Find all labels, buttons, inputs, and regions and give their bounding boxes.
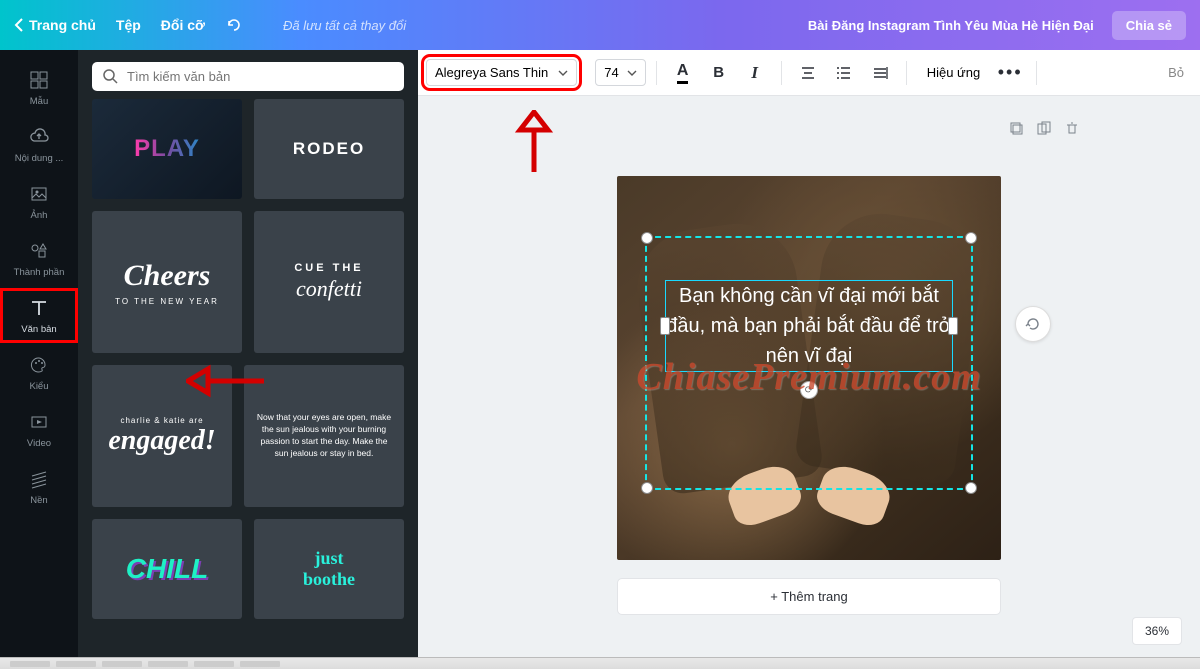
chevron-down-icon	[627, 70, 637, 76]
shapes-icon	[27, 239, 51, 263]
rail-uploads[interactable]: Nội dung ...	[0, 117, 78, 172]
canvas-area: Alegreya Sans Thin 74 A B I Hiệu ứng •••	[418, 50, 1200, 657]
template-sunpara[interactable]: Now that your eyes are open, make the su…	[244, 365, 404, 507]
font-dropdown[interactable]: Alegreya Sans Thin	[426, 59, 577, 86]
template-cheers[interactable]: Cheers TO THE NEW YEAR	[92, 211, 242, 353]
resize-handle-br[interactable]	[965, 482, 977, 494]
spacing-button[interactable]	[864, 57, 896, 89]
cloud-upload-icon	[27, 125, 51, 149]
text-handle-right[interactable]	[948, 317, 958, 335]
zoom-level[interactable]: 36%	[1132, 617, 1182, 645]
font-size-dropdown[interactable]: 74	[595, 59, 645, 86]
windows-taskbar	[0, 657, 1200, 669]
text-handle-left[interactable]	[660, 317, 670, 335]
template-rodeo[interactable]: RODEO	[254, 99, 404, 199]
share-button[interactable]: Chia sẻ	[1112, 11, 1186, 40]
text-icon	[27, 296, 51, 320]
rail-background[interactable]: Nền	[0, 459, 78, 514]
refresh-button[interactable]	[1015, 306, 1051, 342]
side-panel: PLAY RODEO Cheers TO THE NEW YEAR CUE TH…	[78, 50, 418, 657]
save-status: Đã lưu tất cả thay đổi	[283, 18, 406, 33]
resize-button[interactable]: Đổi cỡ	[161, 17, 205, 33]
document-title[interactable]: Bài Đăng Instagram Tình Yêu Mùa Hè Hiện …	[808, 18, 1094, 33]
home-label: Trang chủ	[29, 17, 96, 33]
rail-templates[interactable]: Mẫu	[0, 60, 78, 115]
left-nav-rail: Mẫu Nội dung ... Ảnh Thành phần Văn bản …	[0, 50, 78, 657]
text-color-button[interactable]: A	[667, 57, 699, 89]
remove-button[interactable]: Bỏ	[1160, 60, 1192, 85]
rail-photos[interactable]: Ảnh	[0, 174, 78, 229]
rail-text[interactable]: Văn bản	[0, 288, 78, 343]
italic-button[interactable]: I	[739, 57, 771, 89]
rail-video[interactable]: Video	[0, 402, 78, 457]
resize-handle-tr[interactable]	[965, 232, 977, 244]
template-chill[interactable]: CHILL	[92, 519, 242, 619]
more-button[interactable]: •••	[994, 57, 1026, 89]
delete-page-icon[interactable]	[1064, 120, 1080, 136]
undo-button[interactable]	[225, 16, 243, 34]
rail-styles[interactable]: Kiểu	[0, 345, 78, 400]
grid-icon	[27, 68, 51, 92]
effects-button[interactable]: Hiệu ứng	[917, 60, 991, 85]
design-canvas[interactable]: Bạn không cần vĩ đại mới bắt đầu, mà bạn…	[617, 176, 1001, 560]
taskbar-item[interactable]	[10, 661, 50, 667]
video-icon	[27, 410, 51, 434]
template-just[interactable]: just boothe	[254, 519, 404, 619]
resize-handle-bl[interactable]	[641, 482, 653, 494]
search-input[interactable]	[127, 69, 394, 84]
image-icon	[27, 182, 51, 206]
chevron-down-icon	[558, 70, 568, 76]
taskbar-item[interactable]	[102, 661, 142, 667]
back-home-button[interactable]: Trang chủ	[14, 17, 96, 33]
template-play[interactable]: PLAY	[92, 99, 242, 199]
taskbar-item[interactable]	[194, 661, 234, 667]
text-element[interactable]: Bạn không cần vĩ đại mới bắt đầu, mà bạn…	[665, 280, 953, 372]
rotate-handle[interactable]: ⟳	[800, 381, 818, 399]
taskbar-item[interactable]	[56, 661, 96, 667]
bold-button[interactable]: B	[703, 57, 735, 89]
resize-handle-tl[interactable]	[641, 232, 653, 244]
template-engaged[interactable]: charlie & katie are engaged!	[92, 365, 232, 507]
duplicate-page-icon[interactable]	[1036, 120, 1052, 136]
taskbar-item[interactable]	[148, 661, 188, 667]
palette-icon	[27, 353, 51, 377]
canvas-action-icons	[1008, 120, 1080, 136]
add-page-button[interactable]: + Thêm trang	[617, 578, 1001, 615]
rail-elements[interactable]: Thành phần	[0, 231, 78, 286]
search-icon	[102, 68, 119, 85]
file-menu[interactable]: Tệp	[116, 17, 141, 33]
text-toolbar: Alegreya Sans Thin 74 A B I Hiệu ứng •••	[418, 50, 1200, 96]
copy-page-icon[interactable]	[1008, 120, 1024, 136]
list-button[interactable]	[828, 57, 860, 89]
align-button[interactable]	[792, 57, 824, 89]
taskbar-item[interactable]	[240, 661, 280, 667]
texture-icon	[27, 467, 51, 491]
search-input-wrapper[interactable]	[92, 62, 404, 91]
template-confetti[interactable]: CUE THE confetti	[254, 211, 404, 353]
